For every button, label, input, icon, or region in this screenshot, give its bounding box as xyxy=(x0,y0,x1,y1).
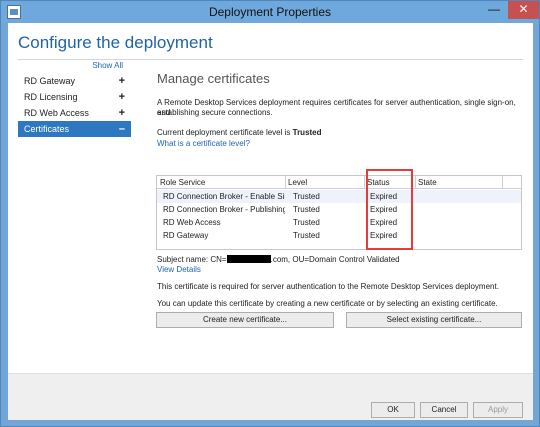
cell-level: Trusted xyxy=(293,205,320,214)
cancel-button[interactable]: Cancel xyxy=(420,402,468,418)
subject-name-text: Subject name: CN= .com, OU=Domain Control… xyxy=(157,255,400,265)
cell-level: Trusted xyxy=(293,192,320,201)
nav-item-label: RD Gateway xyxy=(24,76,76,86)
redacted-block xyxy=(226,255,271,263)
window-title: Deployment Properties xyxy=(208,5,332,19)
status-highlight-box xyxy=(366,169,413,250)
table-row[interactable]: RD Gateway Trusted Expired xyxy=(157,229,521,242)
column-divider xyxy=(415,176,416,189)
dialog-footer: OK Cancel Apply xyxy=(8,373,533,420)
left-nav: Show All RD Gateway + RD Licensing + RD … xyxy=(18,59,131,379)
table-row[interactable]: RD Connection Broker - Enable Sing Trust… xyxy=(157,190,521,203)
cell-role: RD Gateway xyxy=(163,231,209,240)
certificate-level-link[interactable]: What is a certificate level? xyxy=(157,139,250,149)
dialog-client-area: Configure the deployment Show All RD Gat… xyxy=(8,23,533,420)
select-existing-certificate-button[interactable]: Select existing certificate... xyxy=(346,312,522,328)
deployment-properties-window: Deployment Properties — ✕ Configure the … xyxy=(0,0,540,427)
column-divider xyxy=(502,176,503,189)
table-header: Role Service Level Status State xyxy=(157,176,521,189)
current-level-text: Current deployment certificate level is … xyxy=(157,128,322,138)
subject-suffix: .com, OU=Domain Control Validated xyxy=(270,255,400,264)
cell-level: Trusted xyxy=(293,231,320,240)
collapse-minus-icon: – xyxy=(118,123,125,135)
table-row[interactable]: RD Web Access Trusted Expired xyxy=(157,216,521,229)
column-divider xyxy=(364,176,365,189)
page-title: Configure the deployment xyxy=(18,33,213,52)
cell-role: RD Web Access xyxy=(163,218,221,227)
update-note: You can update this certificate by creat… xyxy=(157,299,498,308)
nav-item-certificates[interactable]: Certificates – xyxy=(18,121,131,137)
nav-item-label: Certificates xyxy=(24,124,70,134)
column-divider xyxy=(285,176,286,189)
main-panel: Manage certificates A Remote Desktop Ser… xyxy=(156,59,527,379)
close-button[interactable]: ✕ xyxy=(508,1,539,19)
certificate-table: Role Service Level Status State RD Conne… xyxy=(156,175,522,250)
column-header-level[interactable]: Level xyxy=(288,178,307,187)
column-header-state[interactable]: State xyxy=(418,178,437,187)
ok-button[interactable]: OK xyxy=(371,402,415,418)
section-heading: Manage certificates xyxy=(157,71,270,86)
apply-button[interactable]: Apply xyxy=(473,402,523,418)
view-details-link[interactable]: View Details xyxy=(157,265,201,275)
required-note: This certificate is required for server … xyxy=(157,282,499,291)
expand-plus-icon: + xyxy=(118,75,125,87)
nav-item-label: RD Licensing xyxy=(24,92,78,102)
show-all-link[interactable]: Show All xyxy=(92,61,123,70)
nav-item-label: RD Web Access xyxy=(24,108,89,118)
current-level-value: Trusted xyxy=(292,128,322,137)
expand-plus-icon: + xyxy=(118,107,125,119)
description-line-2: establishing secure connections. xyxy=(157,108,273,117)
table-row[interactable]: RD Connection Broker - Publishing Truste… xyxy=(157,203,521,216)
column-header-role-service[interactable]: Role Service xyxy=(160,178,205,187)
nav-item-rd-gateway[interactable]: RD Gateway + xyxy=(18,73,131,89)
cell-role: RD Connection Broker - Enable Sing xyxy=(163,192,285,201)
title-bar: Deployment Properties — ✕ xyxy=(1,1,539,23)
nav-item-rd-web-access[interactable]: RD Web Access + xyxy=(18,105,131,121)
nav-item-rd-licensing[interactable]: RD Licensing + xyxy=(18,89,131,105)
expand-plus-icon: + xyxy=(118,91,125,103)
create-new-certificate-button[interactable]: Create new certificate... xyxy=(156,312,334,328)
minimize-button[interactable]: — xyxy=(481,1,507,19)
subject-prefix: Subject name: CN= xyxy=(157,255,227,264)
cell-role: RD Connection Broker - Publishing xyxy=(163,205,285,214)
cell-level: Trusted xyxy=(293,218,320,227)
current-level-prefix: Current deployment certificate level is xyxy=(157,128,293,137)
